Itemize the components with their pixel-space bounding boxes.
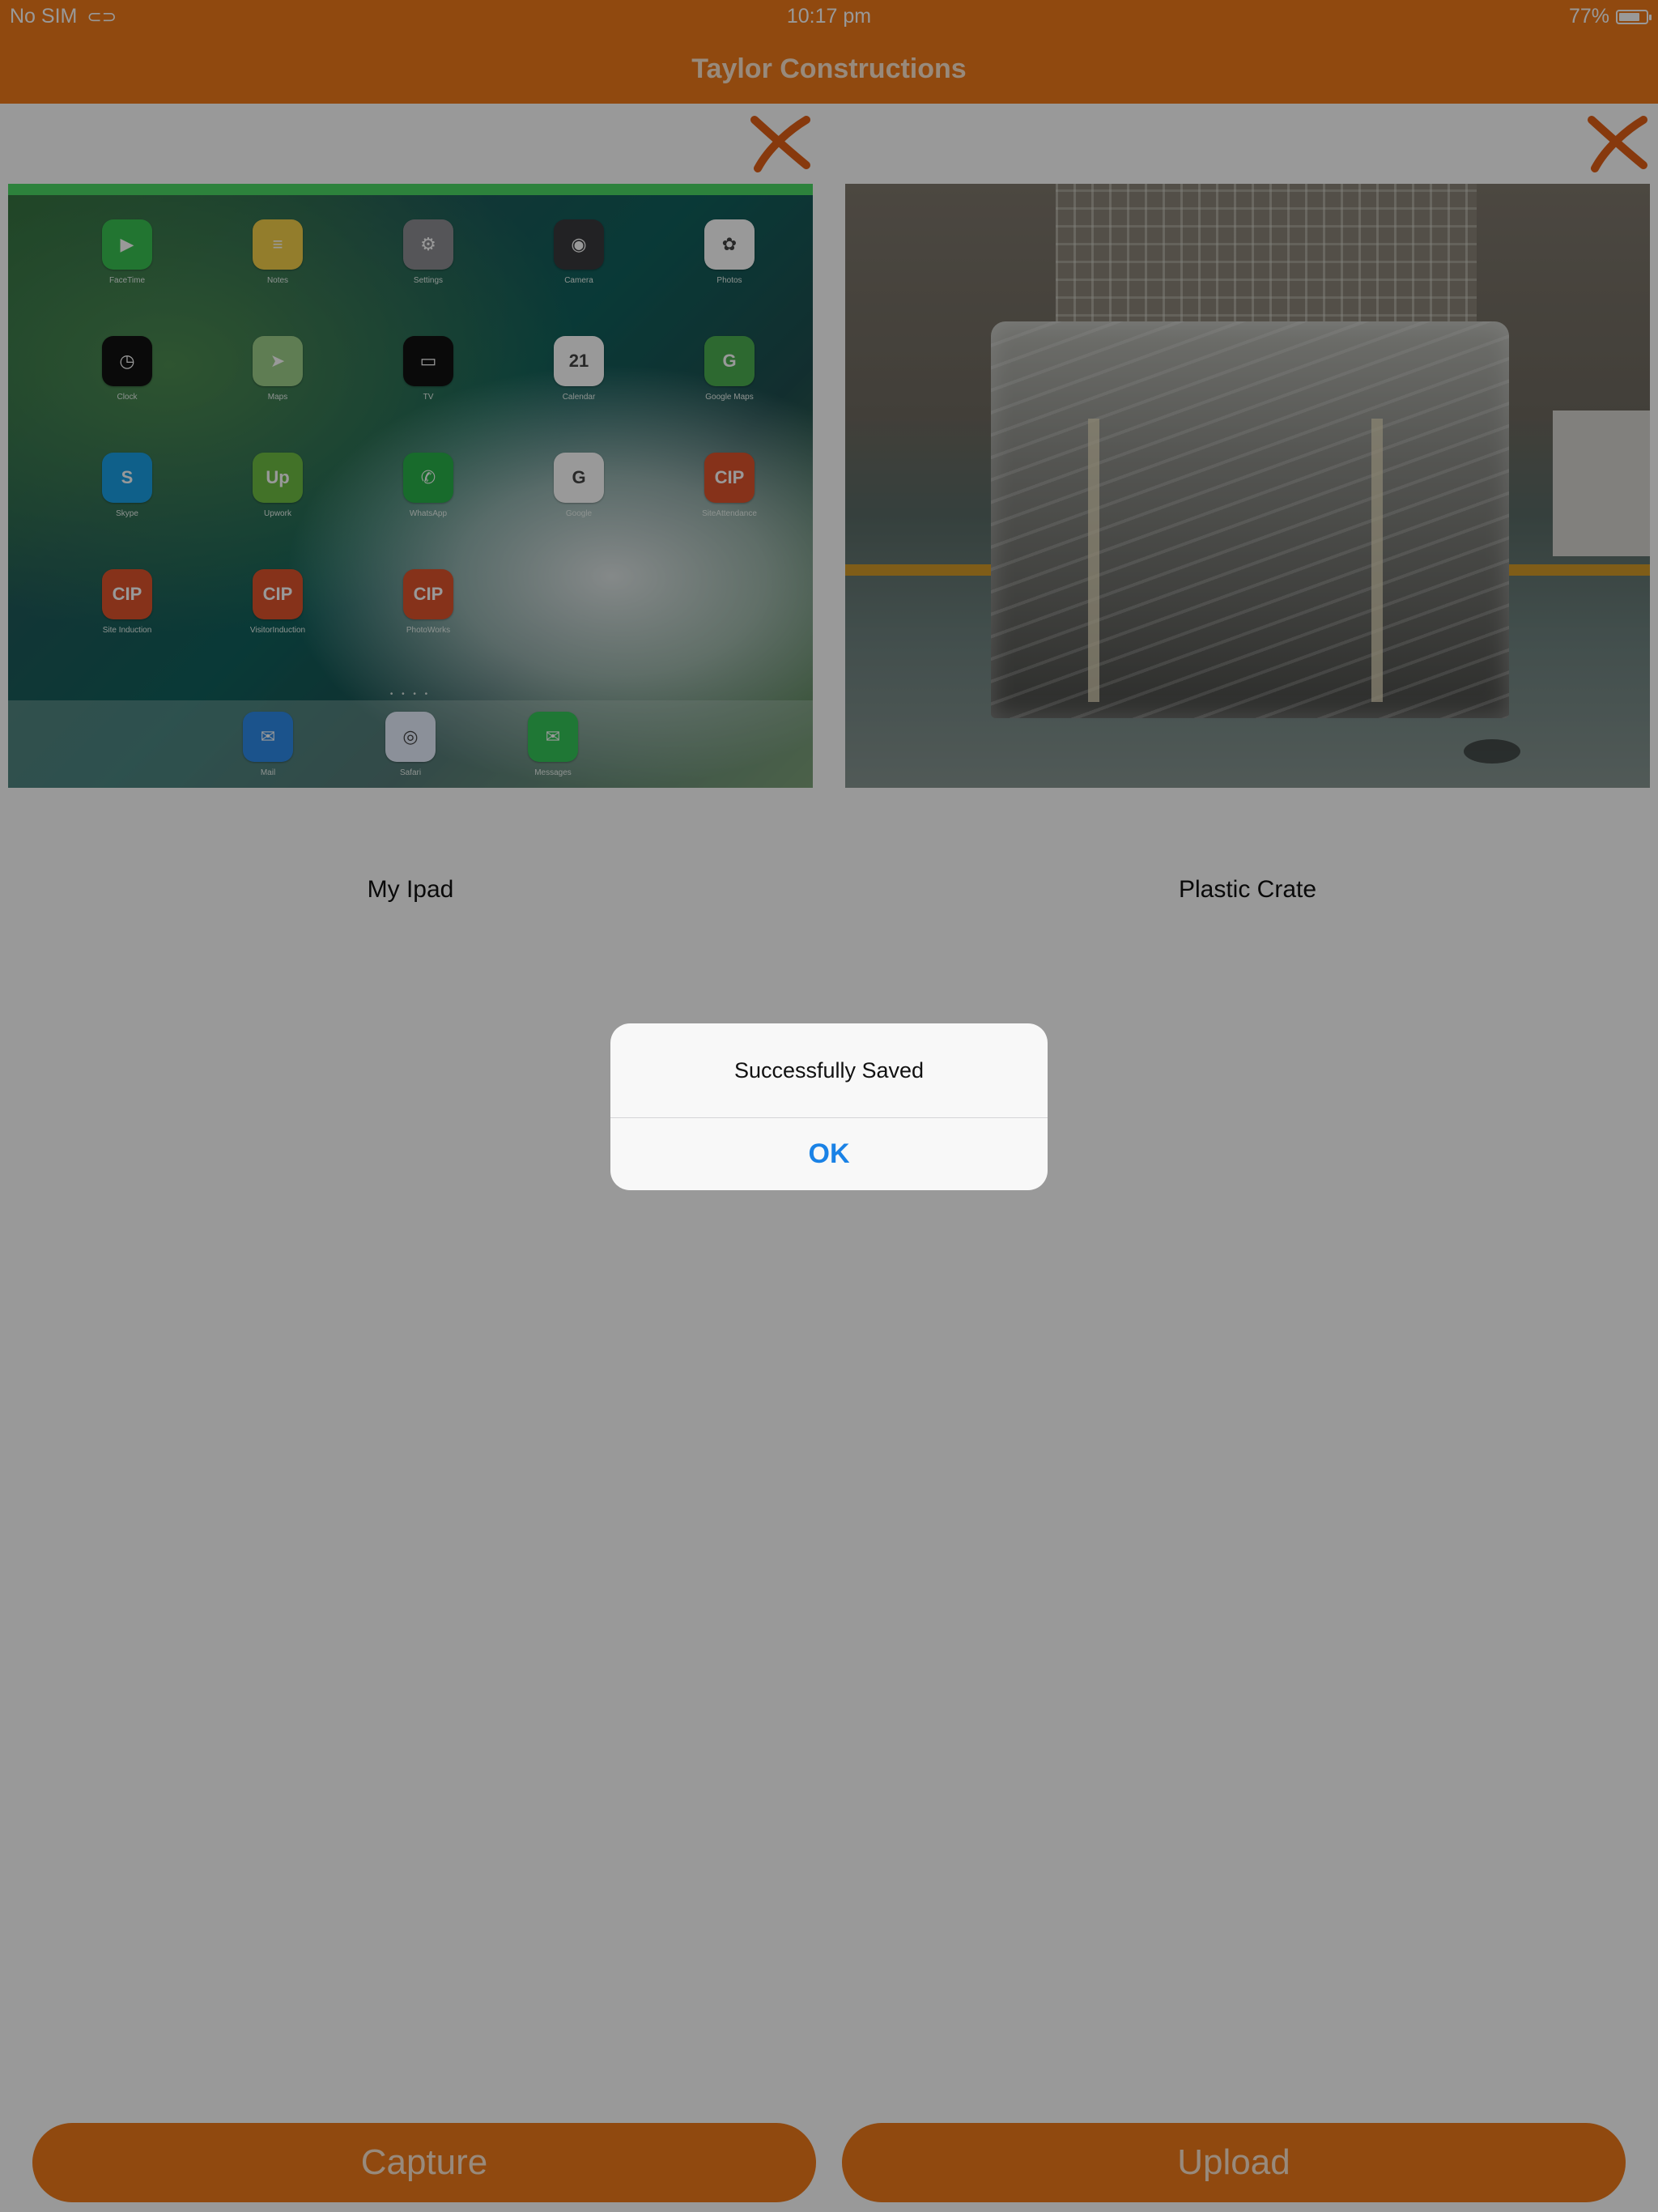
alert-message: Successfully Saved	[733, 1057, 925, 1083]
alert-ok-button[interactable]: OK	[610, 1118, 1048, 1190]
alert-dialog: Successfully Saved OK	[610, 1023, 1048, 1190]
